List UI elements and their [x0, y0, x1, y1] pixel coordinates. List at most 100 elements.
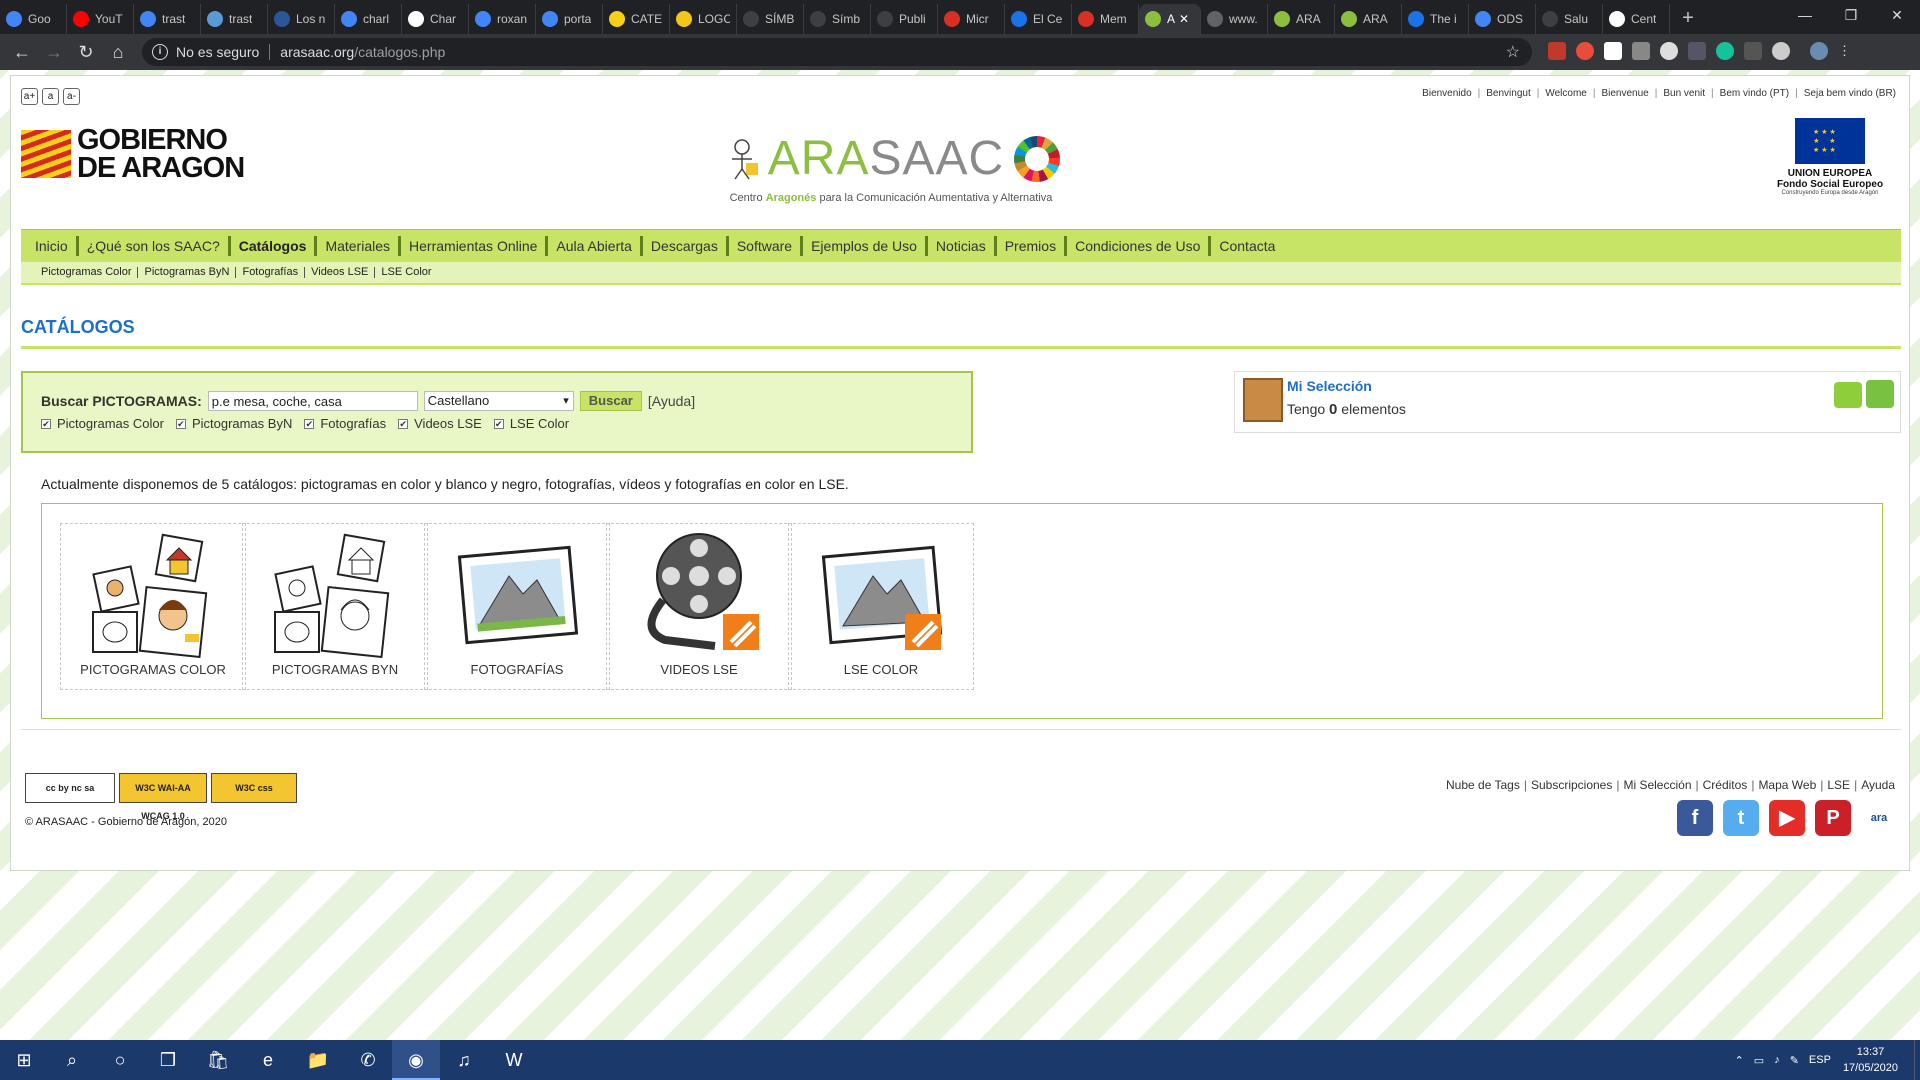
network-icon[interactable]: ▭	[1754, 1054, 1764, 1067]
footer-link[interactable]: LSE	[1825, 778, 1852, 792]
nav-item[interactable]: Premios	[997, 236, 1068, 256]
browser-tab[interactable]: Salu	[1536, 4, 1603, 34]
my-selection-link[interactable]: Mi Selección	[1287, 378, 1372, 394]
language-link[interactable]: Benvingut	[1486, 88, 1530, 99]
browser-tab[interactable]: SÍMB	[737, 4, 804, 34]
browser-tab[interactable]: porta	[536, 4, 603, 34]
browser-tab[interactable]: Mem	[1072, 4, 1139, 34]
nav-item[interactable]: Software	[729, 236, 804, 256]
empty-selection-icon[interactable]	[1866, 380, 1894, 408]
reload-button[interactable]: ↻	[74, 40, 98, 64]
eu-fse-logo[interactable]: UNION EUROPEA Fondo Social Europeo Const…	[1767, 118, 1893, 196]
language-link[interactable]: Bun venit	[1663, 88, 1705, 99]
browser-tab[interactable]: Cent	[1603, 4, 1670, 34]
catalog-card[interactable]: PICTOGRAMAS BYN	[242, 523, 428, 690]
language-link[interactable]: Welcome	[1545, 88, 1587, 99]
browser-tab[interactable]: trast	[134, 4, 201, 34]
edge-icon[interactable]: e	[244, 1040, 292, 1080]
download-selection-icon[interactable]	[1834, 382, 1862, 408]
search-input[interactable]	[207, 391, 418, 411]
browser-tab[interactable]: YouT	[67, 4, 134, 34]
nav-item[interactable]: Inicio	[27, 236, 79, 256]
checkbox-checked-icon[interactable]: ✔	[41, 418, 51, 429]
info-icon[interactable]: i	[152, 44, 168, 60]
browser-tab[interactable]: charl	[335, 4, 402, 34]
windows-start-icon[interactable]: ⊞	[0, 1040, 48, 1080]
catalog-filter-checkbox[interactable]: ✔ Pictogramas Color	[41, 416, 164, 431]
nav-item[interactable]: Materiales	[317, 236, 402, 256]
checkbox-checked-icon[interactable]: ✔	[398, 418, 409, 429]
minimize-button[interactable]: —	[1782, 0, 1828, 30]
catalog-card[interactable]: PICTOGRAMAS COLOR	[60, 523, 246, 690]
language-link[interactable]: Seja bem vindo (BR)	[1804, 88, 1896, 99]
facebook-icon[interactable]: f	[1677, 800, 1713, 836]
youtube-icon[interactable]: ▶	[1769, 800, 1805, 836]
browser-tab[interactable]: El Ce	[1005, 4, 1072, 34]
extension-icon[interactable]	[1548, 42, 1566, 60]
extension-icon[interactable]	[1632, 42, 1650, 60]
checkbox-checked-icon[interactable]: ✔	[304, 418, 315, 429]
active-tab[interactable]: A ✕	[1139, 4, 1201, 34]
tray-expand-icon[interactable]: ⌃	[1735, 1054, 1744, 1067]
home-button[interactable]: ⌂	[106, 40, 130, 64]
aratools-icon[interactable]: ara	[1861, 800, 1897, 836]
footer-link[interactable]: Mapa Web	[1756, 778, 1818, 792]
restore-button[interactable]: ❐	[1828, 0, 1874, 30]
footer-link[interactable]: Mi Selección	[1621, 778, 1693, 792]
help-link[interactable]: [Ayuda]	[648, 393, 695, 409]
browser-tab[interactable]: Los n	[268, 4, 335, 34]
catalog-filter-checkbox[interactable]: ✔ Videos LSE	[398, 416, 482, 431]
gobierno-aragon-logo[interactable]: GOBIERNO DE ARAGON	[21, 126, 245, 183]
volume-icon[interactable]: ♪	[1774, 1054, 1780, 1066]
extension-icon[interactable]	[1576, 42, 1594, 60]
nav-item[interactable]: ¿Qué son los SAAC?	[79, 236, 231, 256]
catalog-filter-checkbox[interactable]: ✔ Pictogramas ByN	[175, 416, 292, 431]
grammarly-icon[interactable]	[1716, 42, 1734, 60]
subnav-item[interactable]: Videos LSE	[305, 267, 376, 278]
browser-tab[interactable]: CATE	[603, 4, 670, 34]
browser-tab[interactable]: Publi	[871, 4, 938, 34]
word-icon[interactable]: W	[490, 1040, 538, 1080]
nav-item[interactable]: Contacta	[1211, 236, 1283, 256]
subnav-item[interactable]: Pictogramas ByN	[138, 267, 237, 278]
pinterest-icon[interactable]: P	[1815, 800, 1851, 836]
extension-icon[interactable]	[1772, 42, 1790, 60]
catalog-filter-checkbox[interactable]: ✔ LSE Color	[493, 416, 569, 431]
nav-item[interactable]: Ejemplos de Uso	[803, 236, 928, 256]
browser-tab[interactable]: www.	[1201, 4, 1268, 34]
wcag-badge[interactable]: W3C WAI-AA WCAG 1.0	[119, 773, 207, 821]
language-link[interactable]: Bem vindo (PT)	[1720, 88, 1789, 99]
subnav-item[interactable]: Fotografías	[236, 267, 306, 278]
clock[interactable]: 13:37 17/05/2020	[1843, 1044, 1898, 1076]
whatsapp-icon[interactable]: ✆	[344, 1040, 392, 1080]
font-increase-button[interactable]: a+	[21, 88, 38, 105]
menu-kebab-icon[interactable]: ⋮	[1838, 42, 1851, 60]
show-desktop-button[interactable]	[1914, 1040, 1920, 1080]
forward-button[interactable]: →	[42, 40, 66, 64]
language-select[interactable]: Castellano	[423, 391, 574, 411]
footer-link[interactable]: Subscripciones	[1529, 778, 1614, 792]
task-view-icon[interactable]: ❒	[144, 1040, 192, 1080]
extension-icon[interactable]	[1660, 42, 1678, 60]
language-link[interactable]: Bienvenido	[1422, 88, 1471, 99]
extension-icon[interactable]	[1744, 42, 1762, 60]
cortana-icon[interactable]: ○	[96, 1040, 144, 1080]
close-window-button[interactable]: ✕	[1874, 0, 1920, 30]
subnav-item[interactable]: LSE Color	[375, 267, 437, 278]
nav-item[interactable]: Herramientas Online	[401, 236, 549, 256]
browser-tab[interactable]: Goo	[0, 4, 67, 34]
language-indicator[interactable]: ESP	[1809, 1054, 1831, 1066]
catalog-card[interactable]: FOTOGRAFÍAS	[424, 523, 610, 690]
font-reset-button[interactable]: a	[42, 88, 59, 105]
browser-tab[interactable]: ODS	[1469, 4, 1536, 34]
subnav-item[interactable]: Pictogramas Color	[35, 267, 139, 278]
new-tab-button[interactable]: +	[1670, 4, 1706, 34]
language-link[interactable]: Bienvenue	[1601, 88, 1648, 99]
spotify-icon[interactable]: ♫	[440, 1040, 488, 1080]
browser-tab[interactable]: trast	[201, 4, 268, 34]
file-explorer-icon[interactable]: 📁	[294, 1040, 342, 1080]
search-icon[interactable]: ⌕	[48, 1040, 96, 1080]
pen-icon[interactable]: ✎	[1790, 1054, 1799, 1067]
nav-item[interactable]: Noticias	[928, 236, 997, 256]
twitter-icon[interactable]: t	[1723, 800, 1759, 836]
